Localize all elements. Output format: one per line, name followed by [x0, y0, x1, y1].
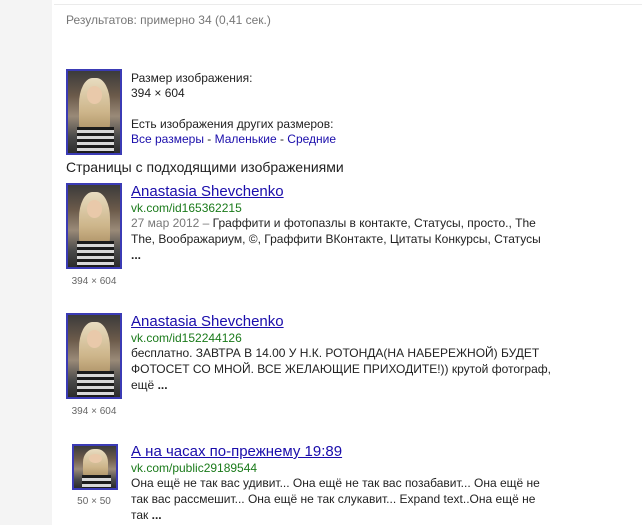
- results-stats: Результатов: примерно 34 (0,41 сек.): [66, 13, 271, 27]
- portrait-image: [68, 185, 120, 267]
- result-thumb-size: 394 × 604: [71, 406, 117, 417]
- separator: -: [276, 132, 288, 146]
- result-snippet: бесплатно. ЗАВТРА В 14.00 У Н.К. РОТОНДА…: [131, 345, 551, 393]
- result-title-link[interactable]: А на часах по-прежнему 19:89: [131, 443, 342, 460]
- top-divider: [54, 4, 642, 5]
- image-size-value: 394 × 604: [131, 86, 185, 100]
- result-thumb-size: 394 × 604: [71, 276, 117, 287]
- medium-sizes-link[interactable]: Средние: [287, 132, 336, 146]
- snippet-ellipsis: ...: [131, 248, 142, 262]
- separator: -: [203, 132, 215, 146]
- result-thumb-size: 50 × 50: [77, 496, 111, 507]
- section-heading: Страницы с подходящими изображениями: [66, 159, 344, 175]
- result-thumbnail[interactable]: [66, 313, 122, 399]
- size-links: Все размеры - Маленькие - Средние: [131, 132, 336, 147]
- result-thumbnail[interactable]: [72, 444, 118, 490]
- other-sizes-text: Есть изображения других размеров:: [131, 117, 334, 131]
- snippet-text: Она ещё не так вас удивит... Она ещё не …: [131, 476, 540, 522]
- image-size-heading: Размер изображения:: [131, 71, 253, 85]
- snippet-ellipsis: ...: [157, 378, 168, 392]
- query-image-thumbnail[interactable]: [66, 69, 122, 155]
- portrait-image: [68, 71, 120, 153]
- result-snippet: 27 мар 2012 – Граффити и фотопазлы в кон…: [131, 215, 551, 263]
- result-url[interactable]: vk.com/id165362215: [131, 201, 242, 215]
- portrait-image: [68, 315, 120, 397]
- snippet-text: бесплатно. ЗАВТРА В 14.00 У Н.К. РОТОНДА…: [131, 346, 551, 392]
- result-date: 27 мар 2012 –: [131, 216, 213, 230]
- result-url[interactable]: vk.com/id152244126: [131, 331, 242, 345]
- result-url[interactable]: vk.com/public29189544: [131, 461, 257, 475]
- left-gutter: [0, 0, 52, 525]
- all-sizes-link[interactable]: Все размеры: [131, 132, 204, 146]
- result-snippet: Она ещё не так вас удивит... Она ещё не …: [131, 475, 551, 523]
- result-thumbnail[interactable]: [66, 183, 122, 269]
- snippet-ellipsis: ...: [151, 508, 162, 522]
- small-sizes-link[interactable]: Маленькие: [215, 132, 277, 146]
- result-title-link[interactable]: Anastasia Shevchenko: [131, 183, 284, 200]
- portrait-image: [74, 446, 116, 488]
- result-title-link[interactable]: Anastasia Shevchenko: [131, 313, 284, 330]
